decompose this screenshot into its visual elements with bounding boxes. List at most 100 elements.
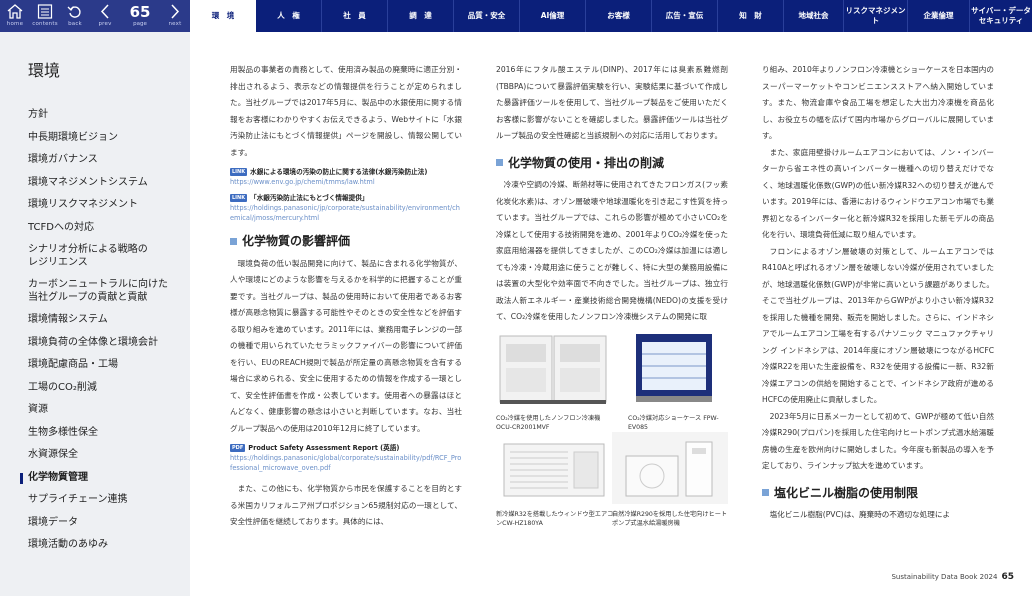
- link-url[interactable]: https://holdings.panasonic/global/corpor…: [230, 453, 462, 473]
- section-heading: 化学物質の影響評価: [230, 233, 462, 250]
- sidebar-item-label: 水資源保全: [28, 449, 78, 460]
- tab-label: 社 員: [343, 11, 366, 20]
- link-title: 「水銀汚染防止法にもとづく情報提供」: [250, 194, 369, 202]
- page-indicator[interactable]: 65 page: [120, 0, 160, 32]
- tab-label: 人 権: [277, 11, 300, 20]
- tab-label: 広告・宣伝: [665, 11, 704, 20]
- sidebar-item-management-system[interactable]: 環境マネジメントシステム: [0, 177, 190, 190]
- sidebar-item-environmental-data[interactable]: 環境データ: [0, 517, 190, 530]
- sidebar-item-carbon-neutral[interactable]: カーボンニュートラルに向けた 当社グループの貢献と貢献: [0, 279, 190, 304]
- sidebar-item-label: 生物多様性保全: [28, 426, 98, 438]
- sidebar-item-label: 環境データ: [28, 516, 78, 528]
- body-paragraph: 塩化ビニル樹脂(PVC)は、廃棄時の不適切な処理によ: [769, 510, 951, 519]
- back-label: back: [68, 21, 82, 27]
- sidebar-item-label: レジリエンス: [28, 256, 88, 268]
- body-paragraph: 2023年5月に日系メーカーとして初めて、GWPが極めて低い自然冷媒R290(プ…: [762, 411, 994, 471]
- sidebar-item-factory-co2[interactable]: 工場のCO₂削減: [0, 382, 190, 395]
- refrigeration-unit-image: [499, 335, 607, 404]
- tab-label: お客様: [607, 11, 630, 20]
- sidebar-item-label: 環境負荷の全体像と環境会計: [28, 336, 158, 348]
- sidebar-item-label: カーボンニュートラルに向けた: [28, 279, 168, 290]
- body-paragraph: 2016年にフタル酸エステル(DINP)、2017年には臭素系難燃剤(TBBPA…: [496, 65, 728, 140]
- content-column-3: り組み、2010年よりノンフロン冷凍機とショーケースを日本国内のスーパーマーケッ…: [762, 62, 994, 524]
- sidebar-item-label: 環境ガバナンス: [28, 154, 98, 165]
- body-paragraph: フロンによるオゾン層破壊の対策として、ルームエアコンではR410Aと呼ばれるオゾ…: [762, 246, 994, 405]
- sidebar-item-water[interactable]: 水資源保全: [0, 449, 190, 462]
- pdf-badge: PDF: [230, 444, 246, 452]
- tab-customers[interactable]: お客様: [586, 0, 652, 32]
- tab-label: 企業倫理: [923, 11, 954, 20]
- tab-employees[interactable]: 社 員: [322, 0, 388, 32]
- tab-cyber-data-security[interactable]: サイバー・データ セキュリティ: [970, 0, 1032, 32]
- tab-label: サイバー・データ セキュリティ: [971, 6, 1031, 25]
- sidebar-item-label: 環境情報システム: [28, 314, 108, 325]
- next-label: next: [168, 21, 182, 27]
- home-button[interactable]: home: [0, 0, 30, 32]
- reference-link: LINK 「水銀汚染防止法にもとづく情報提供」 https://holdings.…: [230, 193, 462, 223]
- back-icon: [67, 6, 81, 18]
- sidebar-item-supply-chain[interactable]: サプライチェーン連携: [0, 494, 190, 507]
- tab-intellectual-property[interactable]: 知 財: [718, 0, 784, 32]
- link-title: Product Safety Assessment Report (英語): [248, 444, 400, 452]
- book-title: Sustainability Data Book 2024: [891, 573, 998, 581]
- sidebar-item-governance[interactable]: 環境ガバナンス: [0, 154, 190, 167]
- sidebar-item-information-system[interactable]: 環境情報システム: [0, 314, 190, 327]
- tab-community[interactable]: 地域社会: [784, 0, 844, 32]
- reference-link: PDF Product Safety Assessment Report (英語)…: [230, 443, 462, 473]
- prev-page-button[interactable]: prev: [90, 0, 120, 32]
- sidebar-item-vision[interactable]: 中長期環境ビジョン: [0, 132, 190, 145]
- heading-marker: [230, 237, 237, 245]
- heading-marker: [496, 159, 503, 167]
- tab-quality-safety[interactable]: 品質・安全: [454, 0, 520, 32]
- body-paragraph: また、家庭用壁掛けルームエアコンにおいては、ノン・インバーターから省エネ性の高い…: [762, 147, 994, 240]
- page-number: 65: [129, 3, 151, 21]
- tab-advertising[interactable]: 広告・宣伝: [652, 0, 718, 32]
- contents-icon: [37, 4, 53, 19]
- sidebar-item-label: 化学物質管理: [28, 471, 88, 483]
- tab-corporate-ethics[interactable]: 企業倫理: [908, 0, 970, 32]
- content-column-1: 用製品の事業者の責務として、使用済み製品の廃棄時に適正分別・排出されるよう、表示…: [230, 62, 462, 531]
- window-ac-image: [503, 443, 605, 496]
- link-url[interactable]: https://holdings.panasonic/jp/corporate/…: [230, 203, 462, 223]
- contents-button[interactable]: contents: [30, 0, 60, 32]
- heading-marker: [762, 489, 769, 497]
- sidebar-item-risk-management[interactable]: 環境リスクマネジメント: [0, 199, 190, 212]
- page-footer: Sustainability Data Book 2024 65: [891, 572, 1014, 582]
- link-url[interactable]: https://www.env.go.jp/chemi/tmms/law.htm…: [230, 177, 462, 187]
- sidebar-item-environmental-accounting[interactable]: 環境負荷の全体像と環境会計: [0, 337, 190, 350]
- sidebar-item-history[interactable]: 環境活動のあゆみ: [0, 539, 190, 552]
- sidebar-item-label: 資源: [28, 404, 48, 415]
- sidebar-item-policy[interactable]: 方針: [0, 109, 190, 122]
- sidebar-item-biodiversity[interactable]: 生物多様性保全: [0, 427, 190, 440]
- sidebar-item-products-factories[interactable]: 環境配慮商品・工場: [0, 359, 190, 372]
- sidebar-item-scenario-analysis[interactable]: シナリオ分析による戦略の レジリエンス: [0, 244, 190, 269]
- tab-ai-ethics[interactable]: AI倫理: [520, 0, 586, 32]
- heading-text: 化学物質の影響評価: [242, 234, 351, 248]
- sidebar-item-chemicals[interactable]: 化学物質管理: [0, 472, 190, 485]
- tab-human-rights[interactable]: 人 権: [256, 0, 322, 32]
- heading-text: 塩化ビニル樹脂の使用制限: [774, 485, 919, 500]
- sidebar-item-tcfd[interactable]: TCFDへの対応: [0, 222, 190, 235]
- home-icon: [7, 4, 23, 19]
- tab-label: 調 達: [409, 11, 432, 20]
- body-paragraph: り組み、2010年よりノンフロン冷凍機とショーケースを日本国内のスーパーマーケッ…: [762, 65, 994, 140]
- sidebar-item-label: 環境配慮商品・工場: [28, 359, 118, 370]
- reference-link: LINK 水銀による環境の汚染の防止に関する法律(水銀汚染防止法) https:/…: [230, 167, 462, 187]
- section-menu: 方針 中長期環境ビジョン 環境ガバナンス 環境マネジメントシステム 環境リスクマ…: [0, 109, 190, 552]
- content-column-2: 2016年にフタル酸エステル(DINP)、2017年には臭素系難燃剤(TBBPA…: [496, 62, 728, 540]
- tab-procurement[interactable]: 調 達: [388, 0, 454, 32]
- tab-risk-management[interactable]: リスクマネジメント: [844, 0, 908, 32]
- prev-label: prev: [98, 21, 112, 27]
- sidebar-item-resources[interactable]: 資源: [0, 404, 190, 417]
- back-button[interactable]: back: [60, 0, 90, 32]
- figure-caption: 自然冷媒R290を採用した住宅向けヒートポンプ式温水給湯暖房機: [612, 511, 728, 527]
- link-title: 水銀による環境の汚染の防止に関する法律(水銀汚染防止法): [250, 168, 428, 176]
- home-label: home: [6, 21, 24, 27]
- figure-caption: CO₂冷媒を使用したノンフロン冷凍機 OCU-CR2001MVF: [496, 415, 601, 431]
- viewer-toolbar: home contents back prev 65 page next: [0, 0, 190, 32]
- figure-window-ac: 新冷媒R32を搭載したウィンドウ型エアコンCW-HZ180YA: [496, 438, 616, 529]
- next-page-button[interactable]: next: [160, 0, 190, 32]
- section-heading: 化学物質の使用・排出の削減: [496, 155, 728, 172]
- tab-environment[interactable]: 環 境: [190, 0, 256, 32]
- sidebar-item-label: サプライチェーン連携: [28, 494, 128, 505]
